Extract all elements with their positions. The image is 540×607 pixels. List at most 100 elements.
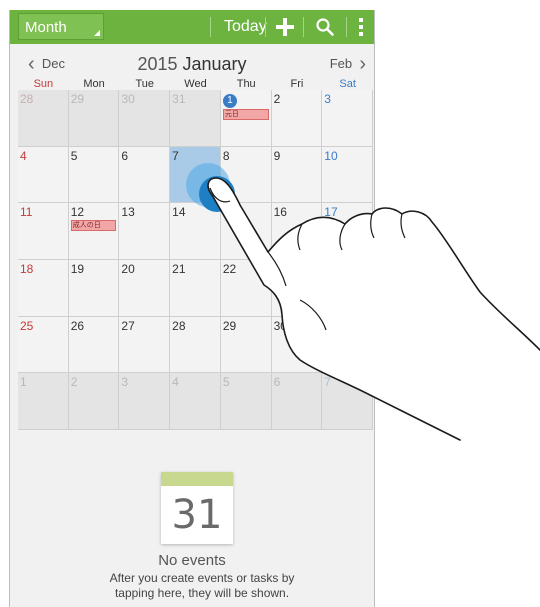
action-bar: Month Today (10, 10, 374, 44)
day-cell[interactable]: 5 (220, 373, 272, 430)
day-cell[interactable]: 29 (220, 316, 272, 374)
weekday-label-tue: Tue (135, 78, 155, 90)
day-number: 28 (172, 318, 186, 333)
weekday-label-sat: Sat (339, 78, 356, 90)
day-cell[interactable]: 30 (119, 90, 171, 147)
day-number: 27 (121, 318, 135, 333)
dropdown-corner-icon (94, 30, 100, 36)
day-cell[interactable]: 31 (170, 90, 221, 147)
day-cell[interactable]: 25 (18, 316, 69, 374)
day-cell[interactable]: 20 (119, 259, 171, 317)
more-options-icon[interactable] (359, 18, 363, 36)
tap-point (199, 176, 235, 212)
day-number: 13 (121, 205, 135, 220)
day-cell[interactable]: 3 (322, 90, 373, 147)
event-chip[interactable]: 元日 (222, 109, 269, 120)
day-number: 2 (273, 92, 281, 106)
day-cell[interactable]: 6 (271, 373, 323, 430)
event-chip[interactable]: 成人の日 (70, 220, 117, 232)
day-cell[interactable]: 15 (220, 203, 272, 260)
day-cell[interactable]: 16 (271, 203, 323, 260)
day-number: 9 (273, 148, 281, 163)
day-cell[interactable]: 6 (119, 146, 171, 204)
add-icon[interactable] (276, 18, 294, 36)
day-cell[interactable]: 17 (322, 203, 373, 260)
day-cell[interactable]: 28 (18, 90, 69, 147)
calendar-app: Month Today 2015 January ‹ Dec Feb › Sun… (9, 10, 375, 607)
day-cell[interactable]: 12 成人の日 (68, 203, 120, 260)
view-mode-label: Month (25, 19, 67, 36)
day-cell[interactable]: 3 (119, 373, 171, 430)
day-number: 19 (70, 261, 85, 276)
day-cell[interactable]: 31 (322, 316, 373, 374)
day-number: 1 (20, 375, 27, 390)
day-cell[interactable]: 1 元日 (220, 90, 272, 147)
event-list-panel[interactable]: 31 No events After you create events or … (10, 430, 374, 607)
day-cell[interactable]: 22 (220, 259, 272, 317)
day-cell[interactable]: 23 (271, 259, 323, 317)
view-mode-dropdown[interactable]: Month (18, 13, 104, 40)
weekday-label-mon: Mon (83, 78, 105, 90)
day-number: 3 (121, 375, 129, 390)
day-number: 5 (70, 148, 78, 163)
day-number: 26 (70, 318, 85, 333)
day-cell[interactable]: 2 (271, 90, 323, 147)
day-number: 11 (20, 205, 33, 220)
day-number: 22 (222, 261, 237, 276)
day-cell[interactable]: 24 (322, 259, 373, 317)
day-cell[interactable]: 29 (68, 90, 120, 147)
day-cell[interactable]: 10 (322, 146, 373, 204)
year-label: 2015 (137, 54, 178, 74)
day-cell[interactable]: 27 (119, 316, 171, 374)
day-number: 4 (20, 148, 27, 163)
weekday-label-wed: Wed (184, 78, 207, 90)
day-number: 17 (324, 205, 338, 220)
day-number: 7 (172, 148, 179, 163)
day-number: 29 (222, 318, 237, 333)
divider (210, 17, 211, 37)
day-number: 16 (273, 205, 287, 220)
chevron-right-icon: › (359, 53, 366, 75)
calendar-icon-header (161, 472, 233, 486)
day-number: 20 (121, 261, 135, 276)
day-number: 24 (324, 261, 338, 276)
day-cell[interactable]: 30 (271, 316, 323, 374)
day-number: 23 (273, 261, 287, 276)
day-cell[interactable]: 1 (18, 373, 69, 430)
day-cell[interactable]: 4 (170, 373, 221, 430)
day-cell[interactable]: 19 (68, 259, 120, 317)
search-icon[interactable] (315, 17, 335, 37)
day-number: 21 (172, 261, 186, 276)
day-cell[interactable]: 18 (18, 259, 69, 317)
weekday-label-sun: Sun (33, 78, 54, 90)
next-month-label: Feb (329, 56, 353, 71)
day-number: 30 (121, 92, 135, 106)
day-cell[interactable]: 26 (68, 316, 120, 374)
day-number: 4 (172, 375, 179, 390)
day-cell[interactable]: 21 (170, 259, 221, 317)
day-number: 6 (273, 375, 281, 390)
day-number: 2 (70, 375, 78, 390)
weekday-label-thu: Thu (236, 78, 256, 90)
day-cell[interactable]: 7 (322, 373, 373, 430)
day-cell[interactable]: 14 (170, 203, 221, 260)
day-number: 31 (324, 318, 338, 333)
day-number: 8 (222, 148, 230, 163)
no-events-title: No events (158, 552, 226, 569)
day-number: 28 (20, 92, 34, 106)
calendar-icon-day: 31 (171, 492, 223, 538)
day-number: 14 (172, 205, 186, 220)
day-cell[interactable]: 4 (18, 146, 69, 204)
month-label: January (182, 54, 247, 74)
day-cell[interactable]: 28 (170, 316, 221, 374)
day-number: 31 (172, 92, 186, 106)
day-cell[interactable]: 5 (68, 146, 120, 204)
month-grid: 28 29 30 31 1 元日 2 3 4 5 6 7 8 9 10 11 12 成人の日 13 14 15 16 17 1… (18, 90, 373, 430)
today-button[interactable]: Today (224, 10, 267, 44)
day-cell[interactable]: 11 (18, 203, 69, 260)
day-number: 29 (70, 92, 85, 106)
day-cell[interactable]: 9 (271, 146, 323, 204)
day-cell[interactable]: 13 (119, 203, 171, 260)
day-cell[interactable]: 2 (68, 373, 120, 430)
day-number: 25 (20, 318, 34, 333)
